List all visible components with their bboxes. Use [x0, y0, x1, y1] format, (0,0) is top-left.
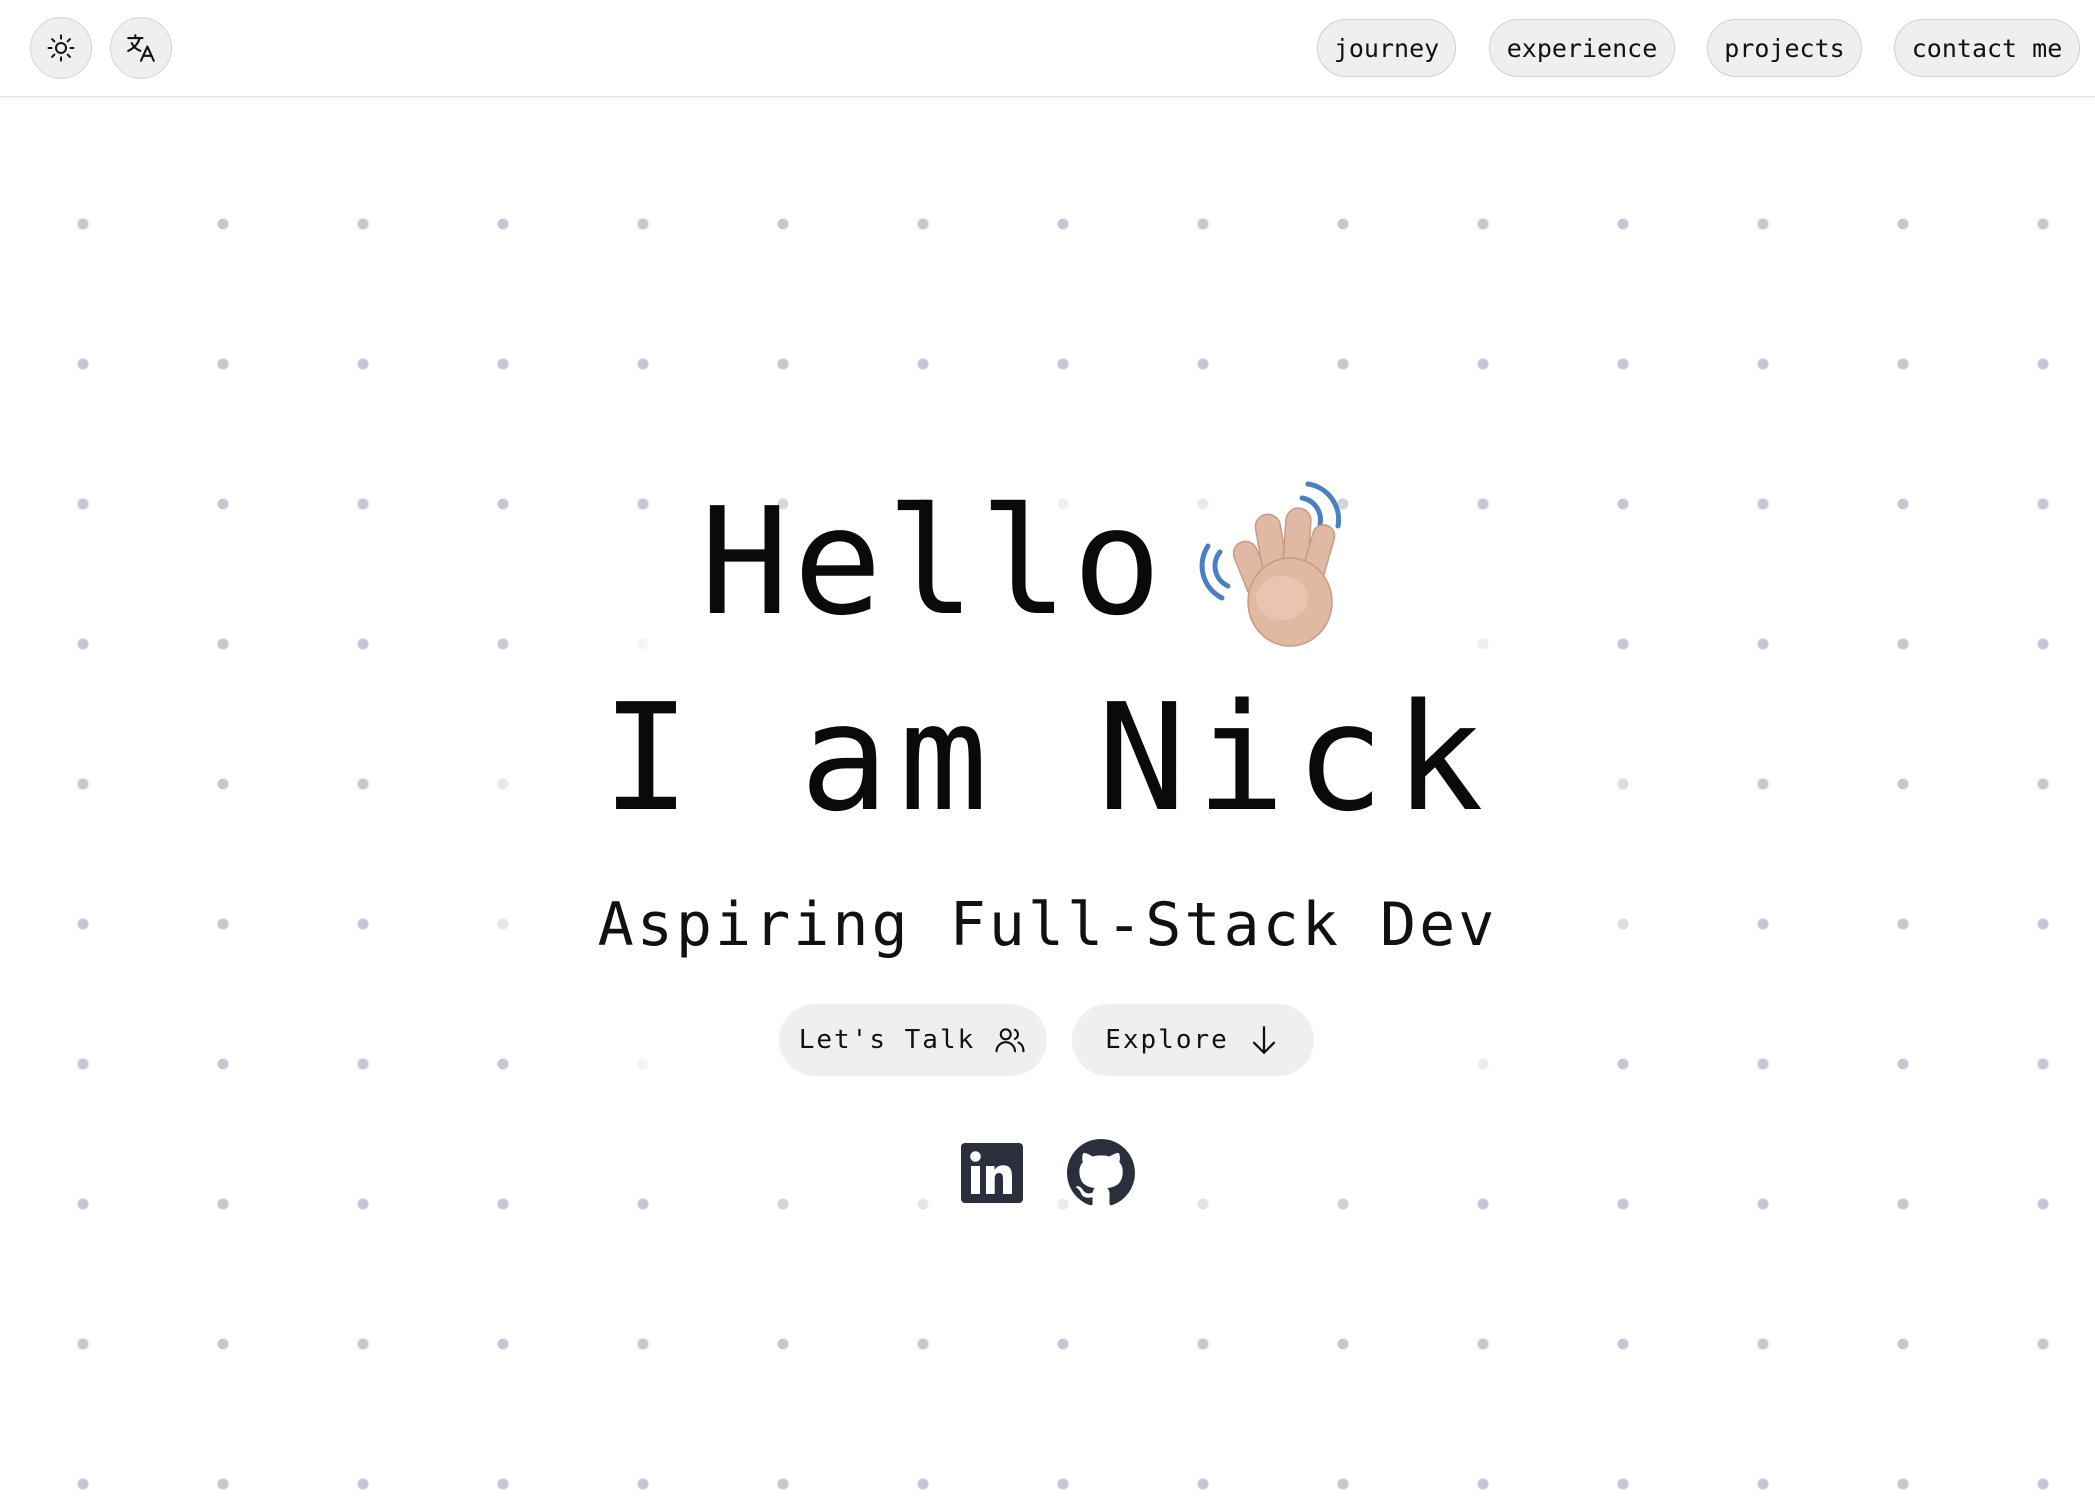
nav-experience[interactable]: experience	[1489, 19, 1675, 77]
lets-talk-label: Let's Talk	[798, 1025, 976, 1055]
sun-icon	[47, 34, 75, 62]
arrow-down-icon	[1252, 1026, 1275, 1054]
linkedin-icon	[961, 1143, 1023, 1203]
hero-tagline: Aspiring Full-Stack Dev	[597, 890, 1498, 960]
users-icon	[995, 1028, 1025, 1053]
github-icon	[1067, 1139, 1135, 1206]
linkedin-link[interactable]	[958, 1138, 1028, 1208]
nav-journey[interactable]: journey	[1317, 19, 1456, 77]
github-link[interactable]	[1066, 1138, 1136, 1208]
top-navigation-bar: journey experience projects contact me	[0, 0, 2095, 97]
language-toggle-button[interactable]	[110, 17, 172, 79]
hero-greeting: Hello	[700, 476, 1166, 648]
translate-icon	[127, 34, 155, 62]
hero-name: I am Nick	[601, 672, 1494, 844]
lets-talk-button[interactable]: Let's Talk	[779, 1004, 1047, 1076]
explore-label: Explore	[1105, 1025, 1229, 1055]
theme-toggle-button[interactable]	[30, 17, 92, 79]
nav-contact-me[interactable]: contact me	[1894, 19, 2080, 77]
explore-button[interactable]: Explore	[1072, 1004, 1314, 1076]
waving-hand-icon	[1199, 481, 1342, 647]
nav-projects[interactable]: projects	[1707, 19, 1862, 77]
